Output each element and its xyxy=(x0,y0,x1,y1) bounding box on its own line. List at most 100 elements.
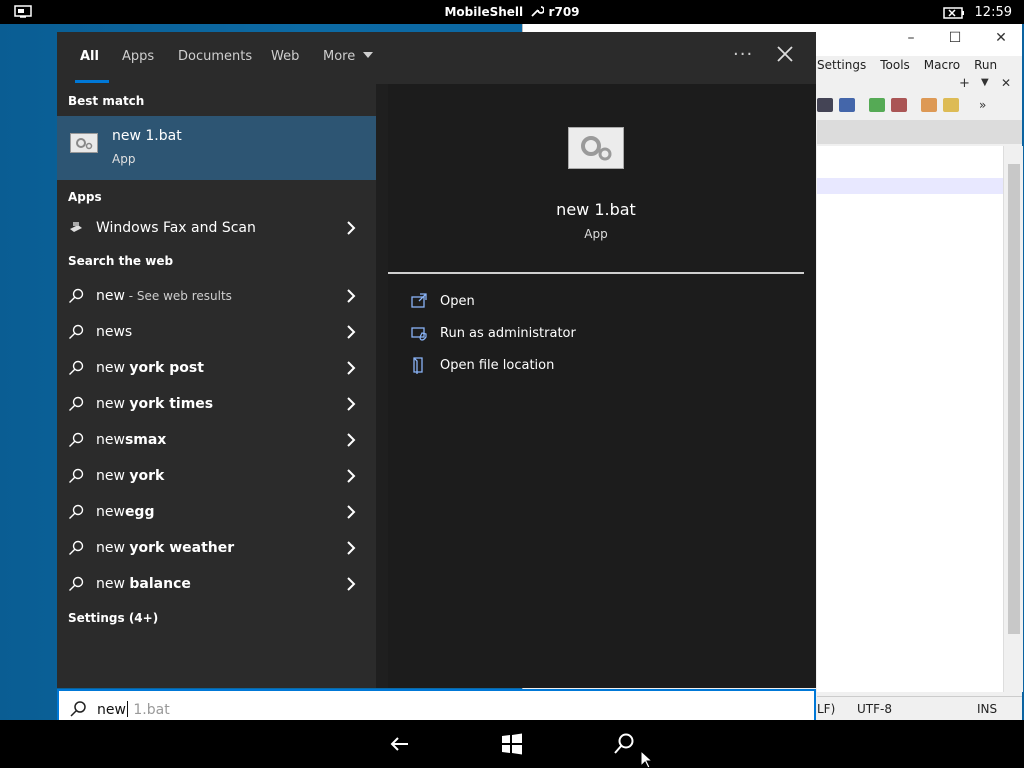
search-icon xyxy=(69,432,84,447)
web-result-label: new - See web results xyxy=(96,288,232,304)
preview-type: App xyxy=(584,227,608,241)
section-search-web: Search the web xyxy=(68,254,174,268)
search-icon xyxy=(69,576,84,591)
search-icon xyxy=(69,324,84,339)
web-result-completion: balance xyxy=(129,576,191,592)
filter-tabs: All Apps Documents Web More ··· xyxy=(57,32,816,84)
chevron-right-icon[interactable] xyxy=(345,360,357,376)
sync-icon[interactable] xyxy=(921,98,937,112)
editor-subbar: + ▼ ✕ xyxy=(813,76,1022,94)
web-result-hint: - See web results xyxy=(124,289,232,303)
editor-menubar: Settings Tools Macro Run xyxy=(813,56,1022,76)
zoom-out-icon[interactable] xyxy=(891,98,907,112)
close-icon[interactable] xyxy=(775,44,795,64)
zoom-in-icon[interactable] xyxy=(869,98,885,112)
battery-icon xyxy=(942,6,964,19)
web-result-item[interactable]: new york times xyxy=(57,386,376,422)
web-result-item[interactable]: new - See web results xyxy=(57,278,376,314)
web-result-item[interactable]: new balance xyxy=(57,566,376,602)
tab-apps[interactable]: Apps xyxy=(122,49,154,64)
more-options-icon[interactable]: ··· xyxy=(733,44,753,65)
tab-all[interactable]: All xyxy=(80,49,99,64)
best-match-item[interactable]: new 1.bat App xyxy=(57,116,376,180)
menu-settings[interactable]: Settings xyxy=(817,58,866,76)
maximize-icon[interactable]: ☐ xyxy=(945,30,965,50)
chevron-right-icon[interactable] xyxy=(345,432,357,448)
dropdown-icon[interactable]: ▼ xyxy=(981,77,989,88)
overflow-icon[interactable]: » xyxy=(979,98,986,112)
web-result-completion: york post xyxy=(129,360,204,376)
menu-macro[interactable]: Macro xyxy=(924,58,960,76)
chevron-right-icon[interactable] xyxy=(345,540,357,556)
search-icon xyxy=(69,360,84,375)
wrap-icon[interactable] xyxy=(943,98,959,112)
editor-toolbar: » xyxy=(817,94,1022,116)
back-icon[interactable] xyxy=(388,732,412,756)
close-tab-icon[interactable]: ✕ xyxy=(1001,76,1011,90)
web-result-item[interactable]: newsmax xyxy=(57,422,376,458)
action-run-as-admin[interactable]: Run as administrator xyxy=(410,322,790,346)
web-result-label: newegg xyxy=(96,504,154,520)
find-icon[interactable] xyxy=(817,98,833,112)
current-line-highlight xyxy=(817,178,1003,194)
menu-tools[interactable]: Tools xyxy=(880,58,910,76)
chevron-right-icon[interactable] xyxy=(345,288,357,304)
close-window-icon[interactable]: ✕ xyxy=(991,30,1011,50)
search-nav-icon[interactable] xyxy=(612,732,636,756)
web-result-label: news xyxy=(96,324,132,340)
wrench-icon xyxy=(531,6,546,17)
text-caret xyxy=(126,701,128,717)
web-result-completion: york weather xyxy=(129,540,235,556)
web-result-prefix: new xyxy=(96,432,125,448)
shell-build: r709 xyxy=(548,5,580,19)
search-input[interactable]: new 1.bat xyxy=(97,701,170,718)
web-result-label: new york xyxy=(96,468,164,484)
preview-pane: new 1.bat App Open Run as administrator xyxy=(388,84,816,688)
editor-text-area[interactable] xyxy=(817,146,1003,692)
windows-start-icon[interactable] xyxy=(500,732,524,756)
web-result-item[interactable]: news xyxy=(57,314,376,350)
web-result-item[interactable]: new york weather xyxy=(57,530,376,566)
plus-icon[interactable]: + xyxy=(959,76,970,91)
chevron-right-icon[interactable] xyxy=(345,220,357,236)
chevron-right-icon[interactable] xyxy=(345,396,357,412)
tab-documents[interactable]: Documents xyxy=(178,49,252,64)
status-mode: INS xyxy=(977,702,998,716)
shell-name: MobileShell xyxy=(444,5,524,19)
editor-vertical-scrollbar[interactable] xyxy=(1003,146,1023,692)
search-typed-text: new xyxy=(97,702,126,718)
web-result-completion: smax xyxy=(124,432,167,448)
action-open[interactable]: Open xyxy=(410,290,790,314)
batch-file-icon xyxy=(70,133,98,153)
chevron-right-icon[interactable] xyxy=(345,504,357,520)
chevron-right-icon[interactable] xyxy=(345,576,357,592)
web-result-item[interactable]: new york post xyxy=(57,350,376,386)
web-result-label: newsmax xyxy=(96,432,166,448)
search-autocomplete: 1.bat xyxy=(128,702,170,718)
menu-run[interactable]: Run xyxy=(974,58,997,76)
action-open-file-location[interactable]: Open file location xyxy=(410,354,790,378)
preview-divider xyxy=(388,272,804,274)
scrollbar-thumb[interactable] xyxy=(1008,164,1020,634)
chevron-right-icon[interactable] xyxy=(345,468,357,484)
search-icon xyxy=(69,396,84,411)
app-item-fax-scan[interactable]: Windows Fax and Scan xyxy=(57,210,376,246)
web-result-prefix: new xyxy=(96,504,125,520)
minimize-icon[interactable]: – xyxy=(901,30,921,50)
tab-more[interactable]: More xyxy=(323,49,374,64)
app-item-label: Windows Fax and Scan xyxy=(96,220,256,236)
search-icon xyxy=(69,288,84,303)
web-result-label: new york times xyxy=(96,396,213,412)
web-result-prefix: new xyxy=(96,540,130,556)
results-list: Best match new 1.bat App Apps Windows Fa xyxy=(57,84,376,688)
search-icon xyxy=(69,540,84,555)
chevron-right-icon[interactable] xyxy=(345,324,357,340)
tab-web[interactable]: Web xyxy=(271,49,299,64)
web-result-label: new york post xyxy=(96,360,204,376)
section-settings[interactable]: Settings (4+) xyxy=(68,611,158,625)
web-result-item[interactable]: new york xyxy=(57,458,376,494)
replace-icon[interactable] xyxy=(839,98,855,112)
web-result-prefix: new xyxy=(96,288,125,304)
web-result-item[interactable]: newegg xyxy=(57,494,376,530)
tray: 12:59 xyxy=(942,5,1012,20)
